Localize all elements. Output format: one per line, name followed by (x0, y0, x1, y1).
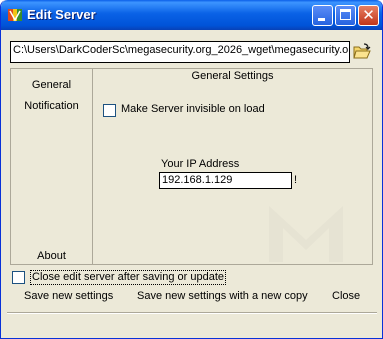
section-title: General Settings (191, 70, 274, 82)
minimize-icon (318, 18, 325, 21)
close-after-save-label[interactable]: Close edit server after saving or update (30, 270, 226, 285)
general-settings-page: General Settings Make Server invisible o… (93, 69, 372, 264)
nav-item-general[interactable]: General (11, 79, 92, 91)
ip-warning-marker: ! (294, 174, 298, 186)
server-path-field[interactable]: C:\Users\DarkCoderSc\megasecurity.org_20… (10, 41, 350, 63)
maximize-button[interactable] (335, 5, 356, 26)
open-folder-icon (353, 43, 371, 64)
edit-server-app-icon (7, 7, 23, 23)
invisible-on-load-label[interactable]: Make Server invisible on load (121, 103, 265, 115)
maximize-icon (340, 9, 351, 20)
ip-address-input[interactable]: 192.168.1.129 (159, 172, 292, 189)
save-settings-button[interactable]: Save new settings (24, 290, 113, 302)
save-new-copy-button[interactable]: Save new settings with a new copy (137, 290, 308, 302)
nav-item-about[interactable]: About (11, 250, 92, 262)
close-window-button[interactable]: ✕ (358, 5, 379, 26)
settings-panel: General Notification About General Setti… (10, 68, 373, 265)
close-button[interactable]: Close (332, 290, 360, 302)
title-bar[interactable]: Edit Server ✕ (1, 0, 382, 30)
m-watermark-logo (269, 206, 343, 262)
invisible-on-load-checkbox[interactable] (103, 104, 116, 117)
window-title: Edit Server (27, 7, 96, 22)
settings-nav: General Notification About (11, 69, 93, 264)
nav-item-notification[interactable]: Notification (11, 100, 92, 112)
ip-address-label: Your IP Address (161, 158, 240, 170)
close-after-save-checkbox[interactable] (12, 271, 25, 284)
status-divider (7, 312, 377, 314)
edit-server-window: Edit Server ✕ C:\Users\DarkCoderSc\megas… (0, 0, 383, 339)
browse-folder-button[interactable] (353, 43, 371, 61)
close-icon: ✕ (362, 6, 375, 24)
minimize-button[interactable] (312, 5, 333, 26)
